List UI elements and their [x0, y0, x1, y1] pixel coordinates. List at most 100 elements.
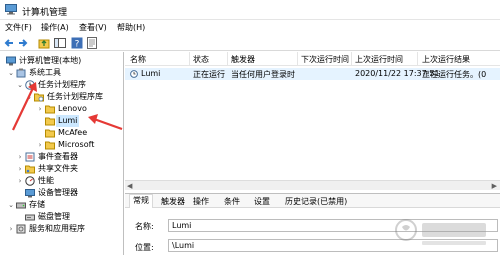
- tree-item-folder-lenovo[interactable]: › Lenovo: [36, 103, 122, 115]
- menu-view[interactable]: 查看(V): [79, 22, 107, 33]
- location-label: 位置:: [135, 243, 154, 252]
- scroll-right-icon[interactable]: ▶: [492, 182, 497, 190]
- expand-arrow-icon[interactable]: ›: [36, 139, 44, 151]
- tree-label-microsoft: Microsoft: [58, 140, 95, 149]
- tree-label-mcafee: McAfee: [58, 128, 88, 137]
- tree-item-storage[interactable]: ⌄ 存储: [7, 199, 123, 211]
- cell-status: 正在运行: [193, 70, 225, 79]
- tree-label-performance: 性能: [38, 176, 54, 185]
- tree-item-task-library[interactable]: ⌄ 任务计划程序库: [25, 91, 123, 103]
- tree-label-event-viewer: 事件查看器: [38, 152, 78, 161]
- scroll-left-icon[interactable]: ◀: [127, 182, 132, 190]
- column-divider[interactable]: [189, 52, 190, 66]
- watermark-logo: [395, 219, 486, 245]
- horizontal-scrollbar[interactable]: ◀ ▶: [125, 180, 500, 190]
- tree-item-device-manager[interactable]: 设备管理器: [16, 187, 123, 199]
- tree-label-shared-folders: 共享文件夹: [38, 164, 78, 173]
- tab-history[interactable]: 历史记录(已禁用): [285, 196, 347, 207]
- column-header-trigger[interactable]: 触发器: [231, 54, 255, 65]
- tab-settings[interactable]: 设置: [254, 196, 270, 207]
- table-row[interactable]: Lumi 正在运行 当任何用户登录时 2020/11/22 17:37:51 正…: [125, 68, 500, 80]
- tree-item-folder-microsoft[interactable]: › Microsoft: [36, 139, 122, 151]
- menu-file[interactable]: 文件(F): [5, 22, 32, 33]
- column-header-last-run[interactable]: 上次运行时间: [355, 54, 403, 65]
- tree-label-disk-management: 磁盘管理: [38, 212, 70, 221]
- clock-icon: [25, 80, 35, 90]
- column-header-row: 名称 状态 触发器 下次运行时间 上次运行时间 上次运行结果: [125, 52, 500, 66]
- column-divider[interactable]: [227, 52, 228, 66]
- tools-icon: [16, 68, 26, 78]
- tree-label-task-scheduler: 任务计划程序: [38, 80, 86, 89]
- menu-help[interactable]: 帮助(H): [117, 22, 145, 33]
- name-label: 名称:: [135, 222, 154, 231]
- tree-item-system-tools[interactable]: ⌄ 系统工具: [7, 67, 123, 79]
- menu-bar: 文件(F) 操作(A) 查看(V) 帮助(H): [0, 20, 500, 35]
- shared-folder-icon: [25, 165, 35, 174]
- column-header-name[interactable]: 名称: [130, 54, 146, 65]
- cell-trigger: 当任何用户登录时: [231, 70, 295, 79]
- column-header-last-result[interactable]: 上次运行结果: [422, 54, 470, 65]
- tab-actions[interactable]: 操作: [193, 196, 209, 207]
- tree-label-system-tools: 系统工具: [29, 68, 61, 77]
- properties-icon[interactable]: [86, 37, 98, 49]
- tree-label-lenovo: Lenovo: [58, 104, 87, 113]
- tree-label-root: 计算机管理(本地): [19, 56, 82, 65]
- column-divider[interactable]: [297, 52, 298, 66]
- column-divider[interactable]: [417, 52, 418, 66]
- expand-arrow-icon[interactable]: ›: [16, 175, 24, 187]
- menu-action[interactable]: 操作(A): [41, 22, 69, 33]
- help-icon[interactable]: ?: [71, 37, 83, 49]
- folder-icon: [45, 105, 55, 114]
- tab-triggers[interactable]: 触发器: [161, 196, 185, 207]
- performance-icon: [25, 176, 35, 186]
- folder-icon: [45, 141, 55, 150]
- tree-label-services-apps: 服务和应用程序: [29, 224, 85, 233]
- cell-last-result: 正在运行任务。(0: [422, 70, 487, 79]
- tree-label-device-manager: 设备管理器: [38, 188, 78, 197]
- task-list: 名称 状态 触发器 下次运行时间 上次运行时间 上次运行结果 Lumi 正在运行…: [125, 52, 500, 190]
- tree-label-task-library: 任务计划程序库: [47, 92, 103, 101]
- expand-arrow-icon[interactable]: ›: [7, 223, 15, 235]
- tree-item-performance[interactable]: › 性能: [16, 175, 123, 187]
- tree-item-shared-folders[interactable]: › 共享文件夹: [16, 163, 123, 175]
- tree-item-folder-mcafee[interactable]: McAfee: [36, 127, 122, 139]
- title-bar: 计算机管理: [0, 0, 500, 20]
- services-icon: [16, 224, 26, 234]
- folder-icon: [45, 117, 55, 126]
- details-tabstrip: 常规 触发器 操作 条件 设置 历史记录(已禁用): [125, 194, 500, 208]
- collapse-arrow-icon[interactable]: ⌄: [7, 67, 15, 79]
- tree-item-event-viewer[interactable]: › 事件查看器: [16, 151, 123, 163]
- tree-label-storage: 存储: [29, 200, 45, 209]
- tree-item-folder-lumi[interactable]: Lumi: [36, 115, 122, 127]
- collapse-arrow-icon[interactable]: ⌄: [16, 79, 24, 91]
- navigation-tree: 计算机管理(本地) ⌄ 系统工具 ⌄ 任务计划程序 ⌄ 任务计划程序库 › Le…: [0, 52, 124, 255]
- expand-arrow-icon[interactable]: ›: [36, 103, 44, 115]
- column-header-next-run[interactable]: 下次运行时间: [301, 54, 349, 65]
- collapse-arrow-icon[interactable]: ⌄: [7, 199, 15, 211]
- device-manager-icon: [25, 189, 35, 198]
- up-folder-icon[interactable]: [38, 37, 50, 49]
- task-library-folder-icon: [34, 93, 44, 102]
- tree-item-disk-management[interactable]: 磁盘管理: [16, 211, 123, 223]
- forward-arrow-icon[interactable]: [17, 37, 29, 49]
- window-title: 计算机管理: [22, 8, 68, 18]
- computer-icon: [6, 56, 16, 66]
- tree-item-services-apps[interactable]: › 服务和应用程序: [7, 223, 123, 235]
- back-arrow-icon[interactable]: [3, 37, 15, 49]
- tree-item-computer-management[interactable]: 计算机管理(本地): [3, 55, 123, 67]
- toolbar: ?: [0, 35, 500, 51]
- tab-conditions[interactable]: 条件: [224, 196, 240, 207]
- console-tree-icon[interactable]: [54, 37, 66, 49]
- column-header-status[interactable]: 状态: [193, 54, 209, 65]
- tree-item-task-scheduler[interactable]: ⌄ 任务计划程序: [16, 79, 123, 91]
- computer-management-icon: [5, 4, 17, 15]
- tree-label-lumi: Lumi: [56, 115, 80, 127]
- storage-icon: [16, 202, 26, 209]
- column-divider[interactable]: [351, 52, 352, 66]
- expand-arrow-icon[interactable]: ›: [16, 163, 24, 175]
- folder-icon: [45, 129, 55, 138]
- expand-arrow-icon[interactable]: ›: [16, 151, 24, 163]
- cell-name: Lumi: [141, 69, 161, 78]
- tab-general[interactable]: 常规: [129, 194, 153, 208]
- collapse-arrow-icon[interactable]: ⌄: [25, 91, 33, 103]
